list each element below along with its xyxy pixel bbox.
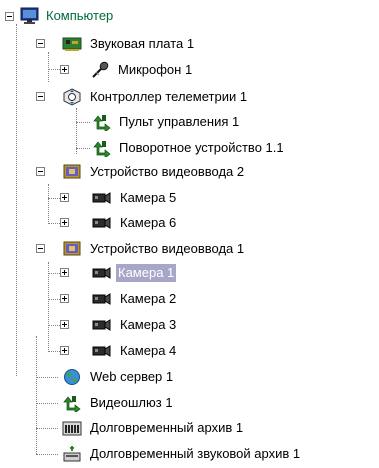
tree-line [76,122,90,123]
device-tree: Компьютер Звуковая плата 1 Микрофон 1 Ко… [0,0,379,468]
tree-node-label[interactable]: Устройство видеоввода 2 [88,163,246,181]
tree-node-label[interactable]: Камера 4 [118,342,178,360]
tree-node-label[interactable]: Камера 3 [118,316,178,334]
video-card-icon [62,240,82,258]
tree-node-label[interactable]: Устройство видеоввода 1 [88,240,246,258]
expand-toggle[interactable] [60,294,69,303]
ptz-arrows-icon [62,394,82,414]
tree-node-label[interactable]: Долговременный звуковой архив 1 [88,445,302,463]
tree-node-label[interactable]: Видеошлюз 1 [88,394,175,412]
archive-icon [62,419,82,437]
tree-node-label[interactable]: Камера 5 [118,189,178,207]
tree-node-label[interactable]: Камера 2 [118,290,178,308]
expand-toggle[interactable] [60,65,69,74]
tree-node-label[interactable]: Поворотное устройство 1.1 [117,139,286,157]
tree-node-label[interactable]: Звуковая плата 1 [88,35,196,53]
tree-node-label[interactable]: Контроллер телеметрии 1 [88,88,249,106]
expand-toggle[interactable] [60,218,69,227]
collapse-toggle[interactable] [36,167,45,176]
camera-icon [92,342,112,360]
tree-node-label[interactable]: Пульт управления 1 [117,113,241,131]
expand-toggle[interactable] [60,346,69,355]
microphone-icon [90,61,110,79]
collapse-toggle[interactable] [36,39,45,48]
ptz-arrows-icon [92,113,112,133]
tree-node-label[interactable]: Компьютер [44,7,115,25]
tree-line [76,148,90,149]
camera-icon [92,264,112,282]
tree-node-label[interactable]: Долговременный архив 1 [88,419,245,437]
camera-icon [92,290,112,308]
audio-archive-icon [62,445,82,463]
expand-toggle[interactable] [60,268,69,277]
tree-line [48,262,49,352]
collapse-toggle[interactable] [36,244,45,253]
camera-icon [92,189,112,207]
tree-node-label[interactable]: Камера 6 [118,214,178,232]
ptz-arrows-icon [92,139,112,159]
tree-line [36,377,58,378]
video-card-icon [62,163,82,181]
monitor-icon [20,7,40,25]
tree-line [48,184,49,224]
tree-node-label[interactable]: Web сервер 1 [88,368,175,386]
tree-line [36,454,58,455]
expand-toggle[interactable] [60,320,69,329]
globe-icon [62,368,82,386]
tree-node-label-selected[interactable]: Камера 1 [116,264,177,282]
tree-line [16,24,17,376]
tree-line [36,403,58,404]
tree-line [48,52,49,82]
collapse-toggle[interactable] [5,12,14,21]
camera-icon [92,214,112,232]
tree-line [36,428,58,429]
sound-card-icon [62,35,82,53]
collapse-toggle[interactable] [36,92,45,101]
tree-node-label[interactable]: Микрофон 1 [116,61,194,79]
expand-toggle[interactable] [60,193,69,202]
telemetry-controller-icon [62,88,82,106]
tree-line [36,336,37,454]
camera-icon [92,316,112,334]
